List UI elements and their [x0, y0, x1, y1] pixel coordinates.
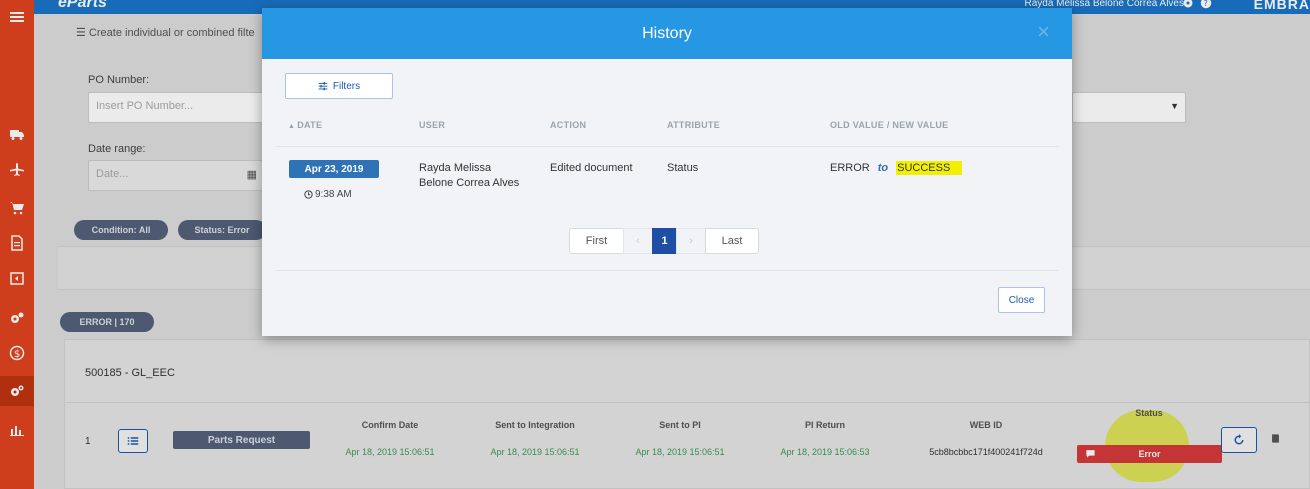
to-word: to	[877, 162, 889, 174]
action-cell: Edited document	[550, 162, 633, 174]
attribute-cell: Status	[667, 162, 699, 174]
prev-page-button[interactable]: ‹	[623, 228, 653, 254]
new-value: SUCCESS	[896, 161, 963, 175]
user-name-line2: Belone Correa Alves	[419, 177, 520, 189]
close-icon[interactable]: ×	[1037, 21, 1050, 43]
filters-button[interactable]: Filters	[285, 73, 393, 99]
time-value: 9:38 AM	[304, 189, 352, 200]
column-attribute: ATTRIBUTE	[667, 120, 721, 130]
column-date[interactable]: ▲ DATE	[288, 120, 322, 130]
first-page-button[interactable]: First	[569, 228, 624, 254]
sliders-icon	[318, 81, 328, 91]
clock-icon	[304, 190, 313, 199]
modal-header: History ×	[262, 8, 1072, 59]
old-value: ERROR	[830, 162, 870, 174]
user-name-line1: Rayda Melissa	[419, 162, 492, 174]
last-page-button[interactable]: Last	[705, 228, 759, 254]
page-1-button[interactable]: 1	[652, 228, 677, 254]
column-old-new-value: OLD VALUE / NEW VALUE	[830, 120, 949, 130]
sort-asc-icon: ▲	[288, 123, 296, 130]
column-user: USER	[419, 120, 446, 130]
modal-title: History	[642, 24, 692, 42]
close-button[interactable]: Close	[998, 287, 1045, 313]
history-modal: History × Filters ▲ DATE USER ACTION ATTR…	[262, 8, 1072, 336]
modal-footer-divider	[276, 270, 1059, 271]
column-action: ACTION	[550, 120, 587, 130]
value-change-cell: ERROR to SUCCESS	[830, 161, 963, 175]
pagination: First ‹ 1 › Last	[569, 228, 759, 254]
next-page-button[interactable]: ›	[676, 228, 706, 254]
user-cell: Rayda Melissa Belone Correa Alves	[419, 161, 519, 191]
table-header-divider	[276, 146, 1059, 147]
date-badge: Apr 23, 2019	[289, 160, 379, 178]
